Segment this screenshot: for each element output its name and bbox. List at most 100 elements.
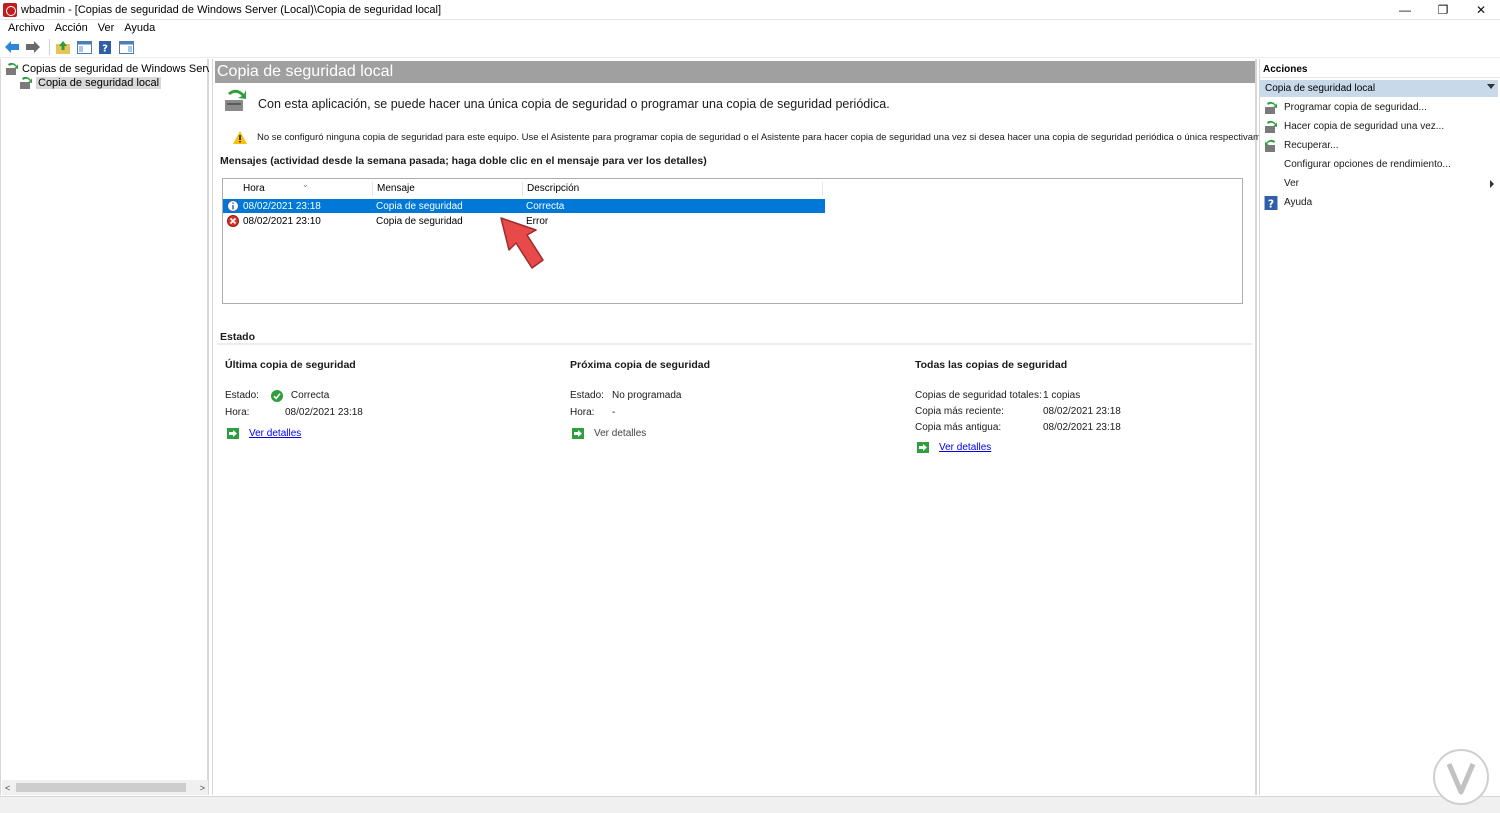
message-text: Copia de seguridad [376,200,463,212]
column-header-descripcion[interactable]: Descripción [523,182,823,196]
menu-ver[interactable]: Ver [94,22,121,34]
maximize-button[interactable]: ❐ [1424,0,1462,20]
next-backup-time-value: - [612,407,616,418]
last-backup-details: Ver detalles [225,425,555,442]
info-icon [227,200,239,212]
warning-icon [233,131,247,144]
next-backup-status: Estado: No programada [570,387,900,404]
tree-item-local-backup[interactable]: Copia de seguridad local [19,76,162,90]
app-icon [3,2,17,17]
collapse-caret-icon[interactable] [1487,84,1495,89]
recover-icon [1265,139,1275,152]
help-icon: ? [99,40,111,54]
forward-arrow-icon [26,41,40,53]
svg-text:?: ? [102,43,108,54]
error-icon [227,215,239,227]
tree-item-root[interactable]: Copias de seguridad de Windows Server (L… [5,62,209,76]
show-hide-action-pane-button[interactable] [117,39,135,55]
console-tree-pane: Copias de seguridad de Windows Server (L… [0,59,209,795]
last-backup-status-value: Correcta [290,390,330,401]
scroll-right-icon[interactable]: > [200,783,205,793]
last-backup-time-value: 08/02/2021 23:18 [285,407,363,418]
up-folder-icon [56,40,70,54]
action-backup-once-label: Hacer copia de seguridad una vez... [1284,121,1445,132]
last-backup-time: Hora: 08/02/2021 23:18 [225,404,555,421]
column-header-hora-label: Hora [243,183,265,194]
action-recover[interactable]: Recuperar... [1260,137,1498,154]
action-schedule-backup-label: Programar copia de seguridad... [1284,102,1427,113]
show-hide-tree-button[interactable] [75,39,93,55]
messages-list[interactable]: Hora ⌄ Mensaje Descripción 08/02/2021 23… [222,178,1243,304]
backup-server-icon [6,62,18,75]
estado-heading: Estado [220,331,256,343]
go-arrow-icon [572,428,584,439]
actions-section-label: Copia de seguridad local [1265,83,1376,94]
success-check-icon [270,389,283,402]
action-backup-once[interactable]: Hacer copia de seguridad una vez... [1260,118,1498,135]
all-backups-oldest-value: 08/02/2021 23:18 [1043,421,1121,433]
message-description: Correcta [526,200,565,212]
last-backup-status: Estado: Correcta [225,387,555,404]
message-row[interactable]: 08/02/2021 23:18 Copia de seguridad Corr… [223,199,825,213]
window-title: wbadmin - [Copias de seguridad de Window… [21,3,442,16]
message-time: 08/02/2021 23:18 [243,200,321,212]
minimize-button[interactable]: — [1386,0,1424,20]
action-view-label: Ver [1284,178,1300,189]
action-configure-performance[interactable]: Configurar opciones de rendimiento... [1260,156,1498,173]
go-arrow-icon [917,442,929,453]
help-icon: ? [1264,195,1278,210]
schedule-backup-icon [1265,101,1277,114]
actions-section-header[interactable]: Copia de seguridad local [1260,80,1498,97]
up-folder-button[interactable] [54,39,72,55]
toolbar-separator [49,39,50,55]
scroll-left-icon[interactable]: < [5,783,10,793]
help-button[interactable]: ? [96,39,114,55]
annotation-arrow-icon [500,217,544,269]
all-backups-section: Todas las copias de seguridad Copias de … [915,359,1245,456]
sort-descending-icon: ⌄ [302,180,309,189]
next-backup-status-label: Estado: [570,390,604,401]
next-backup-time-label: Hora: [570,407,595,418]
menu-bar: Archivo Acción Ver Ayuda [0,20,1500,36]
watermark-logo-icon [1433,749,1489,805]
last-backup-title: Última copia de seguridad [225,359,356,371]
all-backups-details: Ver detalles [915,439,1245,456]
next-backup-time: Hora: - [570,404,900,421]
warning-message: No se configuró ninguna copia de segurid… [233,131,1282,144]
last-backup-details-link[interactable]: Ver detalles [249,428,301,439]
messages-heading: Mensajes (actividad desde la semana pasa… [220,155,707,167]
menu-archivo[interactable]: Archivo [4,22,51,34]
messages-header-row: Hora ⌄ Mensaje Descripción [223,180,823,196]
menu-ayuda[interactable]: Ayuda [120,22,161,34]
scroll-thumb[interactable] [16,783,186,792]
all-backups-title: Todas las copias de seguridad [915,359,1068,371]
estado-divider [217,343,1252,345]
column-header-mensaje[interactable]: Mensaje [373,182,523,196]
svg-text:?: ? [1268,197,1274,210]
next-backup-section: Próxima copia de seguridad Estado: No pr… [570,359,900,442]
column-header-hora[interactable]: Hora ⌄ [223,180,373,196]
action-schedule-backup[interactable]: Programar copia de seguridad... [1260,99,1498,116]
message-description: Error [526,215,549,227]
back-arrow-icon [5,41,19,53]
message-time: 08/02/2021 23:10 [243,215,321,227]
all-backups-recent: Copia más reciente: 08/02/2021 23:18 [915,403,1245,419]
submenu-arrow-icon [1490,180,1494,188]
go-arrow-icon [227,428,239,439]
next-backup-status-value: No programada [612,390,682,401]
results-pane: Copia de seguridad local Con esta aplica… [212,59,1282,795]
next-backup-title: Próxima copia de seguridad [570,359,711,371]
all-backups-details-link[interactable]: Ver detalles [939,442,991,453]
status-bar [0,796,1500,813]
close-button[interactable]: ✕ [1462,0,1500,20]
back-button[interactable] [3,39,21,55]
action-help-label: Ayuda [1284,197,1313,208]
action-view[interactable]: Ver [1260,175,1498,192]
tree-horizontal-scrollbar[interactable]: < > [2,780,208,795]
forward-button[interactable] [24,39,42,55]
menu-accion[interactable]: Acción [51,22,94,34]
local-backup-icon [20,76,32,89]
action-help[interactable]: ? Ayuda [1260,194,1498,211]
last-backup-time-label: Hora: [225,407,250,418]
page-title: Copia de seguridad local [215,61,1255,83]
